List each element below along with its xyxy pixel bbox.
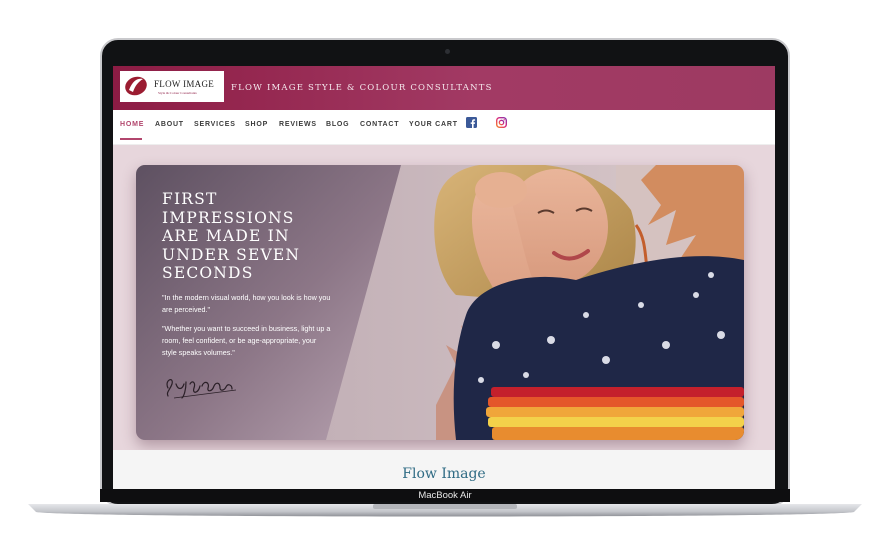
nav-item-contact[interactable]: CONTACT <box>360 121 399 128</box>
hero-quote-2: "Whether you want to succeed in business… <box>162 324 331 357</box>
logo-subtext: Style & Colour Consultants <box>158 91 197 95</box>
nav-item-your-cart[interactable]: YOUR CART <box>409 121 458 128</box>
camera-icon <box>445 49 450 54</box>
main-navigation: HOME ABOUT SERVICES SHOP REVIEWS BLOG CO… <box>113 110 775 145</box>
site-logo[interactable]: FLOW IMAGE Style & Colour Consultants <box>120 71 224 102</box>
nav-item-shop[interactable]: SHOP <box>245 121 268 128</box>
instagram-icon[interactable] <box>496 117 507 128</box>
site-title: FLOW IMAGE STYLE & COLOUR CONSULTANTS <box>231 83 493 93</box>
laptop-hinge: MacBook Air <box>100 489 790 502</box>
device-label: MacBook Air <box>418 490 472 501</box>
nav-item-home[interactable]: HOME <box>120 121 144 128</box>
nav-item-blog[interactable]: BLOG <box>326 121 349 128</box>
active-nav-indicator <box>120 138 142 140</box>
nav-item-services[interactable]: SERVICES <box>194 121 236 128</box>
nav-item-about[interactable]: ABOUT <box>155 121 184 128</box>
laptop-base <box>28 504 862 517</box>
section-title: Flow Image <box>402 466 486 482</box>
browser-screen: FLOW IMAGE Style & Colour Consultants FL… <box>113 66 775 489</box>
hero-banner: FIRST IMPRESSIONS ARE MADE IN UNDER SEVE… <box>136 165 744 440</box>
signature-image <box>166 379 237 399</box>
nav-item-reviews[interactable]: REVIEWS <box>279 121 317 128</box>
hero-quote-1: "In the modern visual world, how you loo… <box>162 293 331 314</box>
site-header: FLOW IMAGE Style & Colour Consultants FL… <box>113 66 775 110</box>
logo-mark-icon <box>125 76 147 96</box>
logo-text: FLOW IMAGE <box>154 79 215 89</box>
hero-headline: FIRST IMPRESSIONS ARE MADE IN UNDER SEVE… <box>162 190 301 282</box>
facebook-icon[interactable] <box>466 117 477 128</box>
